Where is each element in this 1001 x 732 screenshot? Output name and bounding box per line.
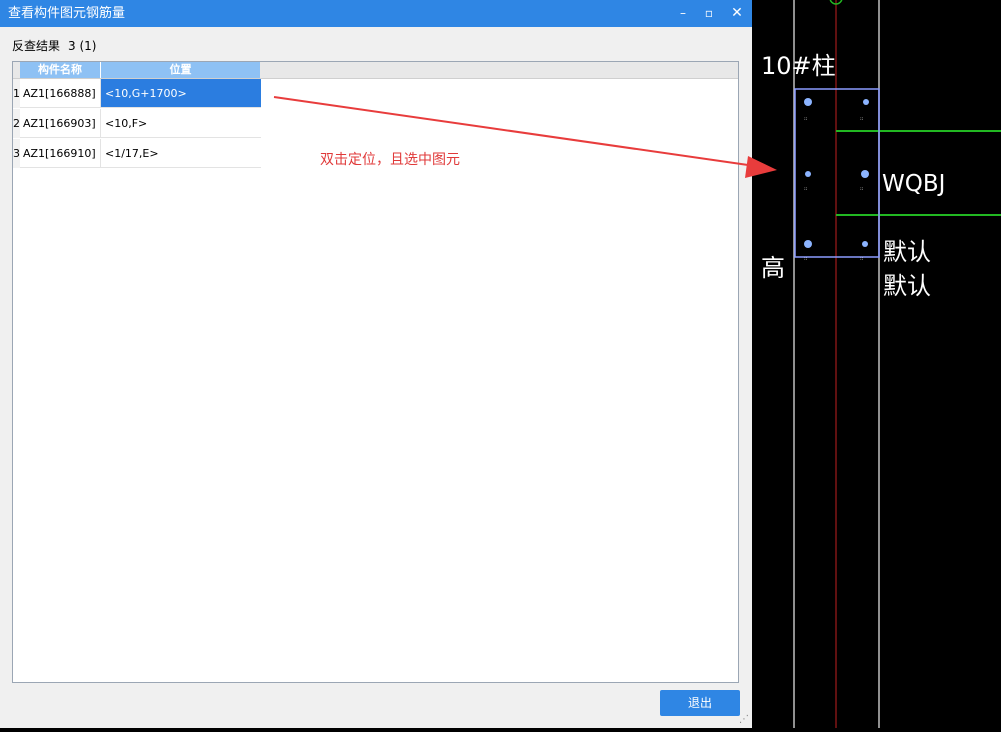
column-header-name[interactable]: 构件名称 [20, 62, 101, 78]
dialog-title: 查看构件图元钢筋量 [8, 6, 126, 21]
cell-component-name[interactable]: AZ1[166888] [20, 79, 101, 108]
result-count: 3 (1) [68, 39, 97, 53]
rebar-marker-icon: :: [804, 240, 812, 262]
row-number: 2 [13, 109, 20, 138]
table-row[interactable]: 1 AZ1[166888] <10,G+1700> [13, 79, 263, 108]
rebar-marker-icon: :: [860, 99, 869, 122]
rebar-marker-icon: :: [804, 171, 811, 192]
column-header-position[interactable]: 位置 [101, 62, 260, 78]
minimize-button[interactable]: – [672, 3, 694, 23]
dialog-window: 查看构件图元钢筋量 – ▫ ✕ 反查结果 3 (1) 构件名称 位置 1 AZ1[… [0, 0, 752, 728]
cell-position[interactable]: <10,F> [101, 109, 261, 138]
row-number: 3 [13, 139, 20, 168]
cell-component-name[interactable]: AZ1[166910] [20, 139, 101, 168]
svg-text:::: :: [860, 256, 864, 262]
cad-canvas[interactable]: :: :: :: :: :: :: 10#柱 WQBJ 默认 默认 高 [752, 0, 1001, 728]
exit-button[interactable]: 退出 [660, 690, 740, 716]
svg-text:::: :: [804, 256, 808, 262]
cad-label-default-1: 默认 [883, 238, 931, 266]
table-row[interactable]: 3 AZ1[166910] <1/17,E> [13, 139, 263, 168]
cell-position[interactable]: <10,G+1700> [101, 79, 261, 108]
cad-label-default-2: 默认 [883, 272, 931, 300]
svg-text:::: :: [804, 186, 808, 192]
maximize-button[interactable]: ▫ [698, 3, 720, 23]
annotation-text: 双击定位，且选中图元 [320, 152, 460, 168]
rebar-marker-icon: :: [804, 98, 812, 122]
close-button[interactable]: ✕ [726, 3, 748, 23]
svg-text:::: :: [860, 186, 864, 192]
table-header: 构件名称 位置 [13, 62, 738, 79]
svg-text:::: :: [804, 116, 808, 122]
cell-component-name[interactable]: AZ1[166903] [20, 109, 101, 138]
cad-label-column-name: 10#柱 [761, 52, 836, 80]
result-summary: 反查结果 3 (1) [12, 39, 96, 53]
svg-text:::: :: [860, 116, 864, 122]
table-row[interactable]: 2 AZ1[166903] <10,F> [13, 109, 263, 138]
rebar-marker-icon: :: [860, 241, 868, 262]
cad-drawing[interactable]: :: :: :: :: :: :: 10#柱 WQBJ 默认 默认 高 [752, 0, 1001, 728]
row-number: 1 [13, 79, 20, 108]
cad-label-code: WQBJ [882, 171, 945, 197]
cad-label-height: 高 [761, 254, 785, 282]
result-label: 反查结果 [12, 39, 61, 53]
title-bar[interactable]: 查看构件图元钢筋量 – ▫ ✕ [0, 0, 752, 27]
cell-position[interactable]: <1/17,E> [101, 139, 261, 168]
rebar-marker-icon: :: [860, 170, 869, 192]
resize-grip-icon[interactable]: ⋰ [739, 714, 751, 726]
